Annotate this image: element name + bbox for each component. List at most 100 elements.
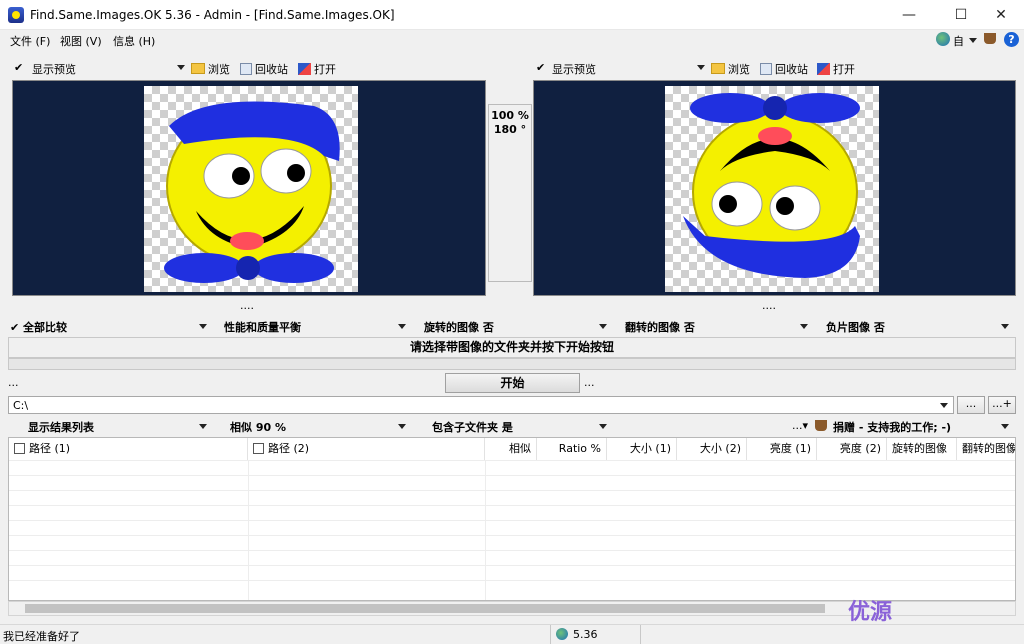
column-path2-label: 路径 (2) <box>268 442 310 455</box>
column-size1[interactable]: 大小 (1) <box>607 438 677 460</box>
menu-view[interactable]: 视图 (V) <box>60 33 102 49</box>
donate-link[interactable]: 捐赠 - 支持我的工作; -) <box>833 419 951 435</box>
right-recycle-button[interactable]: 回收站 <box>760 61 808 77</box>
chevron-down-icon[interactable] <box>199 424 207 429</box>
chevron-down-icon[interactable] <box>199 324 207 329</box>
status-version: 5.36 <box>573 628 598 641</box>
left-recycle-button[interactable]: 回收站 <box>240 61 288 77</box>
window-title: Find.Same.Images.OK 5.36 - Admin - [Find… <box>30 8 395 22</box>
menu-file[interactable]: 文件 (F) <box>10 33 50 49</box>
column-ratio[interactable]: Ratio % <box>537 438 607 460</box>
checkbox-path2[interactable] <box>253 443 264 454</box>
language-label[interactable]: 自 <box>953 33 964 49</box>
title-bar: Find.Same.Images.OK 5.36 - Admin - [Find… <box>0 0 1024 30</box>
chevron-down-icon[interactable] <box>1001 424 1009 429</box>
chevron-down-icon[interactable] <box>398 324 406 329</box>
chevron-down-icon[interactable] <box>940 403 948 408</box>
chevron-down-icon[interactable] <box>599 424 607 429</box>
help-icon[interactable]: ? <box>1004 32 1019 47</box>
zoom-percent: 100 % <box>491 109 529 122</box>
chevron-down-icon <box>177 65 185 70</box>
minimize-button[interactable]: — <box>886 0 932 30</box>
menu-bar: 文件 (F) 视图 (V) 信息 (H) 自 ? <box>0 30 1024 50</box>
chevron-down-icon[interactable] <box>969 38 977 43</box>
chevron-down-icon[interactable] <box>398 424 406 429</box>
show-results-option[interactable]: 显示结果列表 <box>28 419 94 435</box>
left-open-button[interactable]: 打开 <box>298 61 336 77</box>
column-size2[interactable]: 大小 (2) <box>677 438 747 460</box>
globe-icon <box>556 628 568 640</box>
smiley-flipped-image <box>683 93 860 278</box>
rotated-option[interactable]: 旋转的图像 否 <box>424 319 494 335</box>
chevron-down-icon[interactable] <box>800 324 808 329</box>
negative-option[interactable]: 负片图像 否 <box>826 319 885 335</box>
folder-icon <box>711 63 725 74</box>
column-brightness1[interactable]: 亮度 (1) <box>747 438 817 460</box>
column-path2[interactable]: 路径 (2) <box>248 438 485 460</box>
grid-line <box>9 520 1015 521</box>
right-browse-label: 浏览 <box>728 63 750 76</box>
checkmark-icon[interactable]: ✔ <box>536 61 545 74</box>
coffee-icon[interactable] <box>984 33 996 44</box>
start-right-dots[interactable]: ... <box>584 376 595 389</box>
close-button[interactable]: ✕ <box>978 0 1024 30</box>
left-preview-dropdown[interactable] <box>177 61 185 74</box>
browse-folder-button[interactable]: ... <box>957 396 985 414</box>
right-open-button[interactable]: 打开 <box>817 61 855 77</box>
zoom-info-box: 100 % 180 ° <box>488 104 532 282</box>
compare-all-option[interactable]: ✔ 全部比较 <box>10 319 67 335</box>
subfolders-option[interactable]: 包含子文件夹 是 <box>432 419 513 435</box>
column-brightness2[interactable]: 亮度 (2) <box>817 438 887 460</box>
add-folder-button[interactable]: ...+ <box>988 396 1016 414</box>
progress-bar <box>8 358 1016 370</box>
results-table[interactable]: 路径 (1) 路径 (2) 相似 Ratio % 大小 (1) 大小 (2) 亮… <box>8 437 1016 601</box>
right-preview-dropdown[interactable] <box>697 61 705 74</box>
grid-column-divider <box>248 460 249 600</box>
grid-line <box>9 475 1015 476</box>
compare-options-row: ✔ 全部比较 性能和质量平衡 旋转的图像 否 翻转的图像 否 负片图像 否 <box>8 316 1016 336</box>
left-image-preview[interactable] <box>12 80 486 296</box>
open-icon <box>817 63 830 75</box>
chevron-down-icon[interactable] <box>1001 324 1009 329</box>
flipped-option[interactable]: 翻转的图像 否 <box>625 319 695 335</box>
grid-line <box>9 505 1015 506</box>
right-image-preview[interactable] <box>533 80 1016 296</box>
left-show-preview[interactable]: 显示预览 <box>32 61 76 77</box>
watermark-logo: 优源 <box>848 600 893 625</box>
status-bar: 我已经准备好了 5.36 <box>0 624 1024 644</box>
column-rotated[interactable]: 旋转的图像 <box>887 438 957 460</box>
balance-option[interactable]: 性能和质量平衡 <box>224 319 301 335</box>
recycle-bin-icon <box>760 63 772 75</box>
right-show-preview[interactable]: 显示预览 <box>552 61 596 77</box>
grid-column-divider <box>485 460 486 600</box>
grid-line <box>9 490 1015 491</box>
globe-icon[interactable] <box>936 32 950 46</box>
column-path1-label: 路径 (1) <box>29 442 71 455</box>
start-button[interactable]: 开始 <box>445 373 580 393</box>
start-left-dots[interactable]: ... <box>8 376 19 389</box>
smiley-image <box>164 101 340 283</box>
folder-path-input[interactable]: C:\ <box>8 396 954 414</box>
menu-info[interactable]: 信息 (H) <box>113 33 155 49</box>
chevron-down-icon[interactable] <box>599 324 607 329</box>
similarity-option[interactable]: 相似 90 % <box>230 419 286 435</box>
more-dots[interactable]: ...▾ <box>792 419 808 432</box>
column-path1[interactable]: 路径 (1) <box>9 438 248 460</box>
start-row: ... 开始 ... <box>8 373 1016 393</box>
right-recycle-label: 回收站 <box>775 63 808 76</box>
coffee-icon <box>815 420 827 431</box>
column-flipped[interactable]: 翻转的图像 <box>957 438 1015 460</box>
folder-icon <box>191 63 205 74</box>
right-browse-button[interactable]: 浏览 <box>711 61 750 77</box>
scrollbar-thumb[interactable] <box>25 604 825 613</box>
grid-line <box>9 535 1015 536</box>
app-icon <box>8 7 24 23</box>
column-similar[interactable]: 相似 <box>485 438 537 460</box>
checkbox-path1[interactable] <box>14 443 25 454</box>
right-preview-image <box>665 86 879 292</box>
status-ready-text: 我已经准备好了 <box>3 630 80 643</box>
left-browse-button[interactable]: 浏览 <box>191 61 230 77</box>
left-dots: .... <box>240 299 254 312</box>
checkmark-icon[interactable]: ✔ <box>14 61 23 74</box>
left-open-label: 打开 <box>314 63 336 76</box>
